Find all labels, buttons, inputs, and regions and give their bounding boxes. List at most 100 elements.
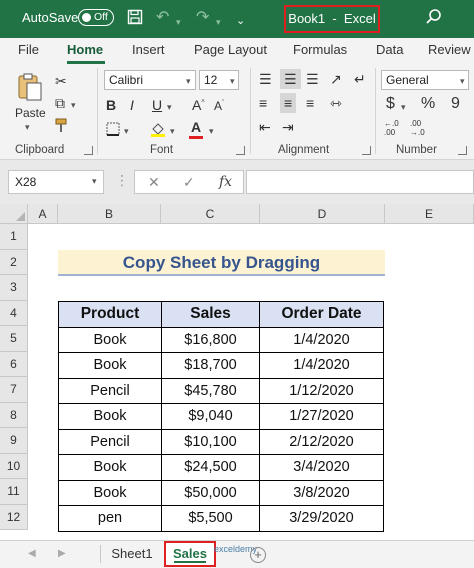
paste-label[interactable]: Paste — [15, 106, 46, 120]
fill-color-icon[interactable] — [150, 121, 166, 139]
header-order-date[interactable]: Order Date — [259, 301, 384, 328]
increase-indent-icon[interactable]: ⇥ — [282, 120, 294, 134]
sheet-tab-sales[interactable]: Sales — [164, 541, 216, 567]
number-launcher-icon[interactable] — [458, 146, 467, 155]
merge-center-icon[interactable]: ⇿ — [330, 96, 342, 110]
insert-function-icon[interactable]: fx — [219, 174, 232, 190]
redo-icon[interactable]: ↷ — [196, 9, 209, 27]
row-header[interactable]: 10 — [0, 453, 28, 479]
row-header[interactable]: 12 — [0, 504, 28, 530]
decrease-font-icon[interactable]: Aˇ — [214, 99, 224, 113]
copy-icon[interactable]: ⧉ — [55, 96, 65, 110]
tab-home[interactable]: Home — [67, 42, 103, 57]
search-icon[interactable] — [425, 8, 443, 26]
cut-icon[interactable]: ✂ — [55, 74, 67, 88]
cell-product[interactable]: Pencil — [58, 428, 162, 455]
name-box[interactable]: X28 — [8, 170, 104, 194]
copy-dropdown-icon[interactable]: ▾ — [71, 100, 76, 111]
tab-file[interactable]: File — [18, 42, 39, 57]
percent-button[interactable]: % — [421, 95, 435, 113]
orientation-icon[interactable]: ↗ — [330, 72, 342, 86]
add-sheet-button[interactable]: + — [250, 547, 266, 563]
header-product[interactable]: Product — [58, 301, 162, 328]
align-center-icon[interactable]: ≡ — [280, 93, 297, 113]
borders-icon[interactable] — [106, 122, 120, 138]
cell-order-date[interactable]: 1/27/2020 — [259, 403, 384, 430]
cell-product[interactable]: Book — [58, 352, 162, 379]
cell-order-date[interactable]: 1/4/2020 — [259, 326, 384, 353]
top-align-icon[interactable]: ☰ — [259, 72, 272, 86]
fill-color-dropdown-icon[interactable]: ▾ — [170, 126, 175, 137]
undo-dropdown-icon[interactable]: ▾ — [176, 13, 181, 31]
tab-page-layout[interactable]: Page Layout — [194, 42, 267, 57]
font-color-dropdown-icon[interactable]: ▾ — [209, 126, 214, 137]
cell-product[interactable]: Book — [58, 403, 162, 430]
sheet-tab-sheet1[interactable]: Sheet1 — [104, 541, 160, 567]
cell-product[interactable]: pen — [58, 505, 162, 532]
currency-dropdown-icon[interactable]: ▾ — [401, 102, 406, 113]
borders-dropdown-icon[interactable]: ▾ — [124, 126, 129, 137]
cell-sales[interactable]: $16,800 — [161, 326, 260, 353]
comma-button[interactable]: 9 — [451, 95, 460, 113]
underline-dropdown-icon[interactable]: ▾ — [167, 102, 172, 113]
tab-review[interactable]: Review — [428, 42, 471, 57]
customize-icon[interactable]: ⌄ — [236, 12, 245, 30]
cell-sales[interactable]: $10,100 — [161, 428, 260, 455]
cell-sales[interactable]: $45,780 — [161, 377, 260, 404]
row-header[interactable]: 3 — [0, 275, 28, 301]
font-name-select[interactable]: Calibri — [104, 70, 196, 90]
row-header[interactable]: 1 — [0, 224, 28, 250]
decrease-decimal-icon[interactable]: .00 →.0 — [410, 119, 425, 137]
row-header[interactable]: 6 — [0, 351, 28, 377]
cell-product[interactable]: Pencil — [58, 377, 162, 404]
sheet-title-cell[interactable]: Copy Sheet by Dragging — [58, 250, 385, 276]
row-header[interactable]: 5 — [0, 326, 28, 352]
cell-order-date[interactable]: 1/12/2020 — [259, 377, 384, 404]
formula-input[interactable] — [246, 170, 474, 194]
cell-order-date[interactable]: 3/4/2020 — [259, 454, 384, 481]
cell-product[interactable]: Book — [58, 479, 162, 506]
prev-sheet-icon[interactable]: ◀ — [28, 548, 36, 559]
increase-decimal-icon[interactable]: ←.0.00 — [384, 119, 399, 137]
row-header[interactable]: 9 — [0, 428, 28, 454]
increase-font-icon[interactable]: A^ — [192, 97, 205, 113]
column-header-e[interactable]: E — [385, 204, 474, 224]
select-all-button[interactable] — [0, 204, 28, 224]
row-header[interactable]: 2 — [0, 249, 28, 275]
cell-order-date[interactable]: 3/8/2020 — [259, 479, 384, 506]
cell-sales[interactable]: $9,040 — [161, 403, 260, 430]
wrap-text-icon[interactable]: ↵ — [354, 72, 366, 86]
middle-align-icon[interactable]: ☰ — [280, 69, 301, 89]
name-box-dropdown-icon[interactable]: ▾ — [92, 176, 97, 187]
number-format-dropdown-icon[interactable]: ▾ — [460, 76, 465, 87]
number-format-select[interactable]: General — [381, 70, 469, 90]
tab-data[interactable]: Data — [376, 42, 403, 57]
cell-order-date[interactable]: 3/29/2020 — [259, 505, 384, 532]
paste-icon[interactable] — [17, 72, 43, 104]
row-header[interactable]: 4 — [0, 300, 28, 326]
tab-insert[interactable]: Insert — [132, 42, 165, 57]
currency-button[interactable]: $ — [386, 95, 395, 113]
cell-order-date[interactable]: 1/4/2020 — [259, 352, 384, 379]
redo-dropdown-icon[interactable]: ▾ — [216, 13, 221, 31]
font-name-dropdown-icon[interactable]: ▾ — [186, 76, 191, 87]
font-size-dropdown-icon[interactable]: ▾ — [230, 76, 235, 87]
cell-order-date[interactable]: 2/12/2020 — [259, 428, 384, 455]
decrease-indent-icon[interactable]: ⇤ — [259, 120, 271, 134]
undo-icon[interactable]: ↶ — [156, 9, 169, 27]
bottom-align-icon[interactable]: ☰ — [306, 72, 319, 86]
font-color-icon[interactable]: A — [191, 119, 201, 135]
paste-dropdown-icon[interactable]: ▾ — [25, 122, 30, 133]
align-right-icon[interactable]: ≡ — [306, 96, 314, 110]
alignment-launcher-icon[interactable] — [362, 146, 371, 155]
autosave-toggle[interactable]: Off — [78, 9, 114, 26]
italic-button[interactable]: I — [130, 97, 134, 113]
column-header-a[interactable]: A — [28, 204, 58, 224]
save-icon[interactable] — [127, 9, 143, 30]
row-header[interactable]: 7 — [0, 377, 28, 403]
cell-sales[interactable]: $18,700 — [161, 352, 260, 379]
enter-icon[interactable]: ✓ — [183, 174, 195, 191]
clipboard-launcher-icon[interactable] — [84, 146, 93, 155]
align-left-icon[interactable]: ≡ — [259, 96, 267, 110]
next-sheet-icon[interactable]: ▶ — [58, 548, 66, 559]
